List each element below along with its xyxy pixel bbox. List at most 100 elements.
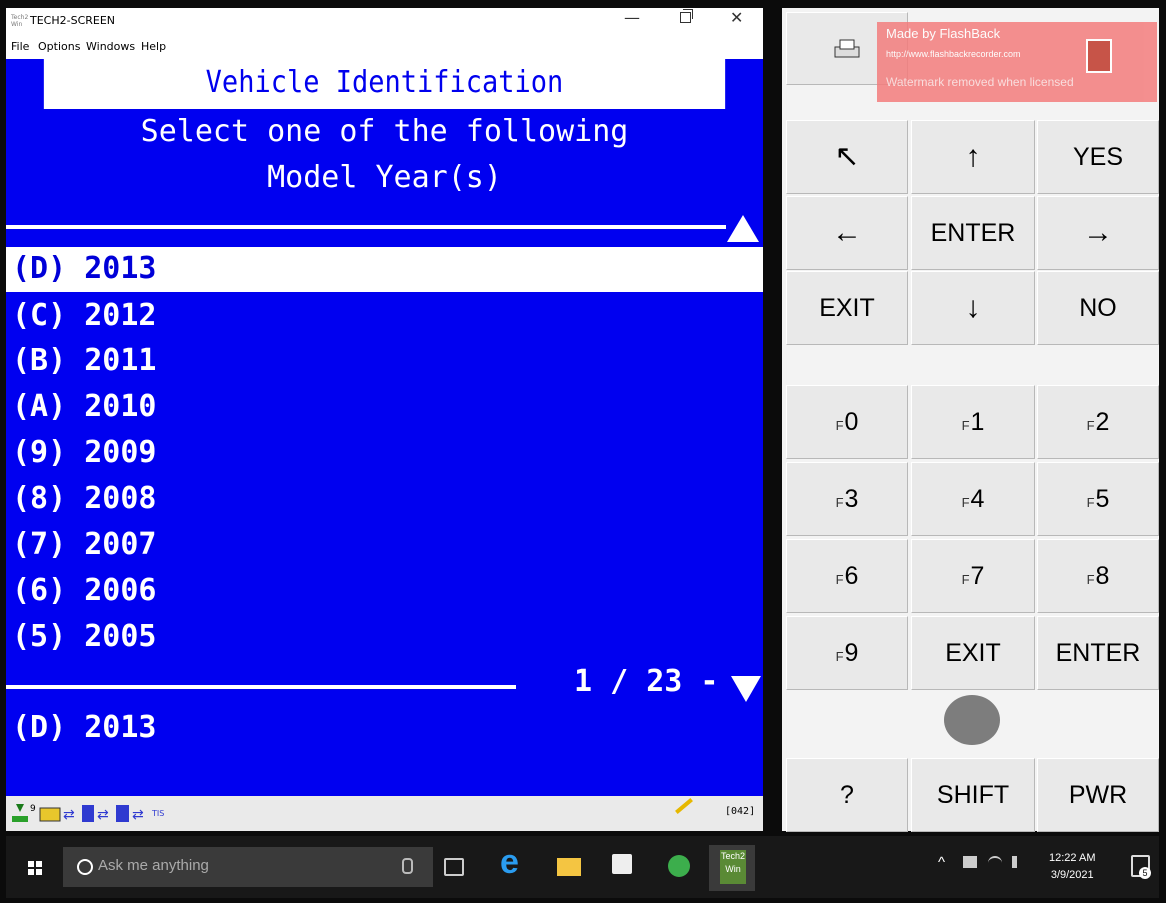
tech2-window: Tech2 Win TECH2-SCREEN — ✕ File Options …	[6, 8, 763, 831]
fkey-number: 2	[1095, 407, 1110, 436]
store-icon[interactable]	[612, 854, 632, 874]
tech2-label-2: Win	[725, 864, 741, 874]
edge-icon[interactable]: e	[500, 843, 519, 881]
clock-time: 12:22 AM	[1049, 852, 1096, 864]
chrome-icon[interactable]	[668, 855, 690, 877]
list-item[interactable]: (9) 2009	[6, 431, 763, 476]
scroll-up-icon[interactable]	[727, 215, 759, 242]
network-icon[interactable]	[963, 856, 977, 868]
cortana-icon	[77, 859, 93, 875]
fkey-number: 9	[844, 638, 859, 667]
list-item[interactable]: (7) 2007	[6, 523, 763, 568]
bottom-divider	[6, 685, 516, 689]
f1-button[interactable]: F1	[911, 385, 1035, 459]
f4-button[interactable]: F4	[911, 462, 1035, 536]
fkey-prefix: F	[835, 571, 844, 587]
tray-chevron-icon[interactable]: ^	[938, 854, 945, 871]
status-code: [042]	[725, 806, 756, 817]
f0-button[interactable]: F0	[786, 385, 908, 459]
tool-icon	[82, 805, 94, 822]
list-item[interactable]: (C) 2012	[6, 294, 763, 339]
title-bar[interactable]: Tech2 Win TECH2-SCREEN — ✕	[6, 8, 763, 37]
prompt-line-2: Model Year(s)	[267, 160, 502, 195]
fkey-prefix: F	[835, 417, 844, 433]
f5-button[interactable]: F5	[1037, 462, 1159, 536]
taskbar-search[interactable]: Ask me anything	[63, 847, 433, 887]
fkey-number: 7	[970, 561, 985, 590]
fkey-number: 3	[844, 484, 859, 513]
fkey-prefix: F	[835, 648, 844, 664]
f7-button[interactable]: F7	[911, 539, 1035, 613]
f3-button[interactable]: F3	[786, 462, 908, 536]
arrow-left-button[interactable]: ←	[786, 196, 908, 270]
windows-start-icon[interactable]	[28, 861, 42, 875]
exit-button[interactable]: EXIT	[786, 271, 908, 345]
volume-icon[interactable]	[1012, 856, 1031, 868]
watermark-line-2: http://www.flashbackrecorder.com	[886, 49, 1021, 59]
prompt-line-1: Select one of the following	[140, 114, 629, 149]
svg-text:TIS: TIS	[151, 809, 164, 818]
restore-button[interactable]	[680, 9, 693, 23]
shift-button[interactable]: SHIFT	[911, 758, 1035, 832]
transfer-icon: ⇄	[97, 807, 109, 823]
enter-button-2[interactable]: ENTER	[1037, 616, 1159, 690]
fkey-prefix: F	[1086, 571, 1095, 587]
arrow-up-button[interactable]: ↑	[911, 120, 1035, 194]
list-item[interactable]: (8) 2008	[6, 477, 763, 522]
enter-button[interactable]: ENTER	[911, 196, 1035, 270]
power-button[interactable]: PWR	[1037, 758, 1159, 832]
tech2win-taskbar-button[interactable]: Tech2 Win	[709, 845, 755, 891]
selection-echo: (D) 2013	[12, 710, 157, 745]
close-button[interactable]: ✕	[730, 8, 743, 27]
menu-help[interactable]: Help	[141, 40, 166, 53]
tech2-label-1: Tech2	[720, 851, 746, 861]
app-logo-icon: Tech2 Win	[11, 14, 29, 28]
fkey-prefix: F	[961, 571, 970, 587]
wifi-icon[interactable]	[988, 856, 1002, 870]
file-explorer-icon[interactable]	[557, 858, 581, 876]
fkey-number: 1	[970, 407, 985, 436]
arrow-up-left-button[interactable]: ↖	[786, 120, 908, 194]
f2-button[interactable]: F2	[1037, 385, 1159, 459]
f9-button[interactable]: F9	[786, 616, 908, 690]
fkey-number: 6	[844, 561, 859, 590]
transfer-icon: ⇄	[132, 807, 144, 823]
arrow-down-button[interactable]: ↓	[911, 271, 1035, 345]
battery-level-icon: 9	[12, 804, 36, 822]
menu-options[interactable]: Options	[38, 40, 80, 53]
yes-button[interactable]: YES	[1037, 120, 1159, 194]
fkey-prefix: F	[835, 494, 844, 510]
no-button[interactable]: NO	[1037, 271, 1159, 345]
fkey-prefix: F	[961, 417, 970, 433]
tray-clock[interactable]: 12:22 AM 3/9/2021	[1049, 850, 1095, 884]
menu-file[interactable]: File	[11, 40, 29, 53]
f6-button[interactable]: F6	[786, 539, 908, 613]
task-view-icon[interactable]	[444, 858, 464, 876]
exit-button-2[interactable]: EXIT	[911, 616, 1035, 690]
search-placeholder: Ask me anything	[98, 857, 209, 874]
tis-icon: TIS	[151, 809, 164, 818]
f8-button[interactable]: F8	[1037, 539, 1159, 613]
svg-text:⇄: ⇄	[63, 807, 75, 823]
taskbar: Ask me anything e Tech2 Win ^ 12:22 AM 3…	[6, 836, 1159, 898]
watermark-line-3: Watermark removed when licensed	[886, 75, 1074, 89]
fkey-number: 8	[1095, 561, 1110, 590]
transfer-icon: ⇄	[63, 807, 75, 823]
fkey-prefix: F	[1086, 417, 1095, 433]
list-item[interactable]: (5) 2005	[6, 615, 763, 660]
microphone-icon[interactable]	[402, 858, 413, 874]
arrow-right-button[interactable]: →	[1037, 196, 1159, 270]
menu-windows[interactable]: Windows	[86, 40, 135, 53]
status-icon-strip: 9 ⇄ ⇄ ⇄ TIS	[12, 804, 164, 823]
list-item[interactable]: (D) 2013	[6, 247, 763, 292]
help-button[interactable]: ?	[786, 758, 908, 832]
minimize-button[interactable]: —	[624, 8, 640, 27]
page-indicator: 1 / 23 -	[574, 664, 719, 699]
scroll-down-icon[interactable]	[731, 676, 761, 702]
list-item[interactable]: (A) 2010	[6, 385, 763, 430]
fkey-number: 5	[1095, 484, 1110, 513]
list-item[interactable]: (6) 2006	[6, 569, 763, 614]
list-item[interactable]: (B) 2011	[6, 339, 763, 384]
screen-title: Vehicle Identification	[43, 59, 726, 109]
pin-icon	[675, 798, 693, 814]
